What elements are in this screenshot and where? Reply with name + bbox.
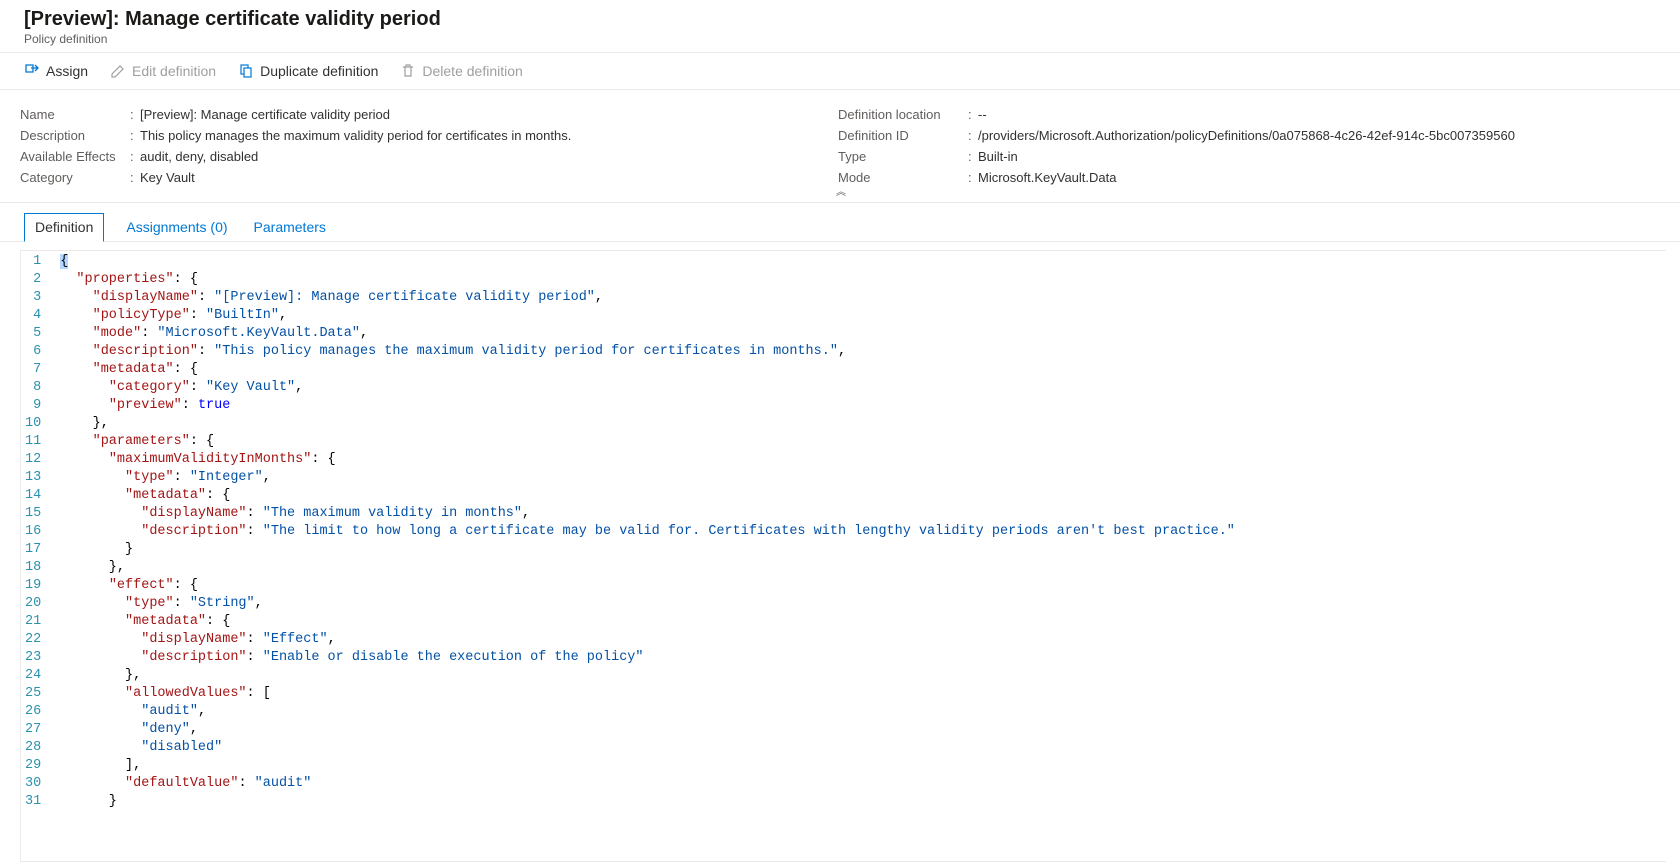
description-value: This policy manages the maximum validity… (140, 128, 571, 143)
category-value: Key Vault (140, 170, 195, 185)
pencil-icon (110, 63, 126, 79)
definition-location-value: -- (978, 107, 987, 122)
trash-icon (400, 63, 416, 79)
mode-label: Mode (838, 170, 968, 185)
code-content: { "properties": { "displayName": "[Previ… (54, 251, 1235, 861)
edit-definition-button: Edit definition (110, 63, 216, 79)
tab-parameters[interactable]: Parameters (250, 213, 330, 241)
tab-assignments[interactable]: Assignments (0) (122, 213, 231, 241)
editor-container: 1234567891011121314151617181920212223242… (0, 242, 1680, 862)
effects-label: Available Effects (20, 149, 130, 164)
type-label: Type (838, 149, 968, 164)
page-subtitle: Policy definition (24, 32, 1656, 46)
definition-id-label: Definition ID (838, 128, 968, 143)
tab-definition[interactable]: Definition (24, 213, 104, 242)
name-label: Name (20, 107, 130, 122)
assign-icon (24, 63, 40, 79)
page-title: [Preview]: Manage certificate validity p… (24, 8, 1656, 31)
edit-label: Edit definition (132, 63, 216, 79)
command-bar: Assign Edit definition Duplicate definit… (0, 53, 1680, 90)
category-label: Category (20, 170, 130, 185)
blade-header: [Preview]: Manage certificate validity p… (0, 0, 1680, 53)
effects-value: audit, deny, disabled (140, 149, 258, 164)
delete-label: Delete definition (422, 63, 522, 79)
essentials-pane: Name:[Preview]: Manage certificate valid… (0, 90, 1680, 203)
duplicate-definition-button[interactable]: Duplicate definition (238, 63, 378, 79)
name-value: [Preview]: Manage certificate validity p… (140, 107, 390, 122)
duplicate-label: Duplicate definition (260, 63, 378, 79)
tab-strip: Definition Assignments (0) Parameters (0, 205, 1680, 242)
assign-button[interactable]: Assign (24, 63, 88, 79)
json-editor[interactable]: 1234567891011121314151617181920212223242… (20, 250, 1666, 862)
copy-icon (238, 63, 254, 79)
description-label: Description (20, 128, 130, 143)
collapse-essentials-chevron-icon[interactable]: ︽ (836, 183, 844, 198)
mode-value: Microsoft.KeyVault.Data (978, 170, 1116, 185)
line-gutter: 1234567891011121314151617181920212223242… (21, 251, 54, 861)
delete-definition-button: Delete definition (400, 63, 522, 79)
definition-location-label: Definition location (838, 107, 968, 122)
assign-label: Assign (46, 63, 88, 79)
type-value: Built-in (978, 149, 1018, 164)
definition-id-value: /providers/Microsoft.Authorization/polic… (978, 128, 1515, 143)
